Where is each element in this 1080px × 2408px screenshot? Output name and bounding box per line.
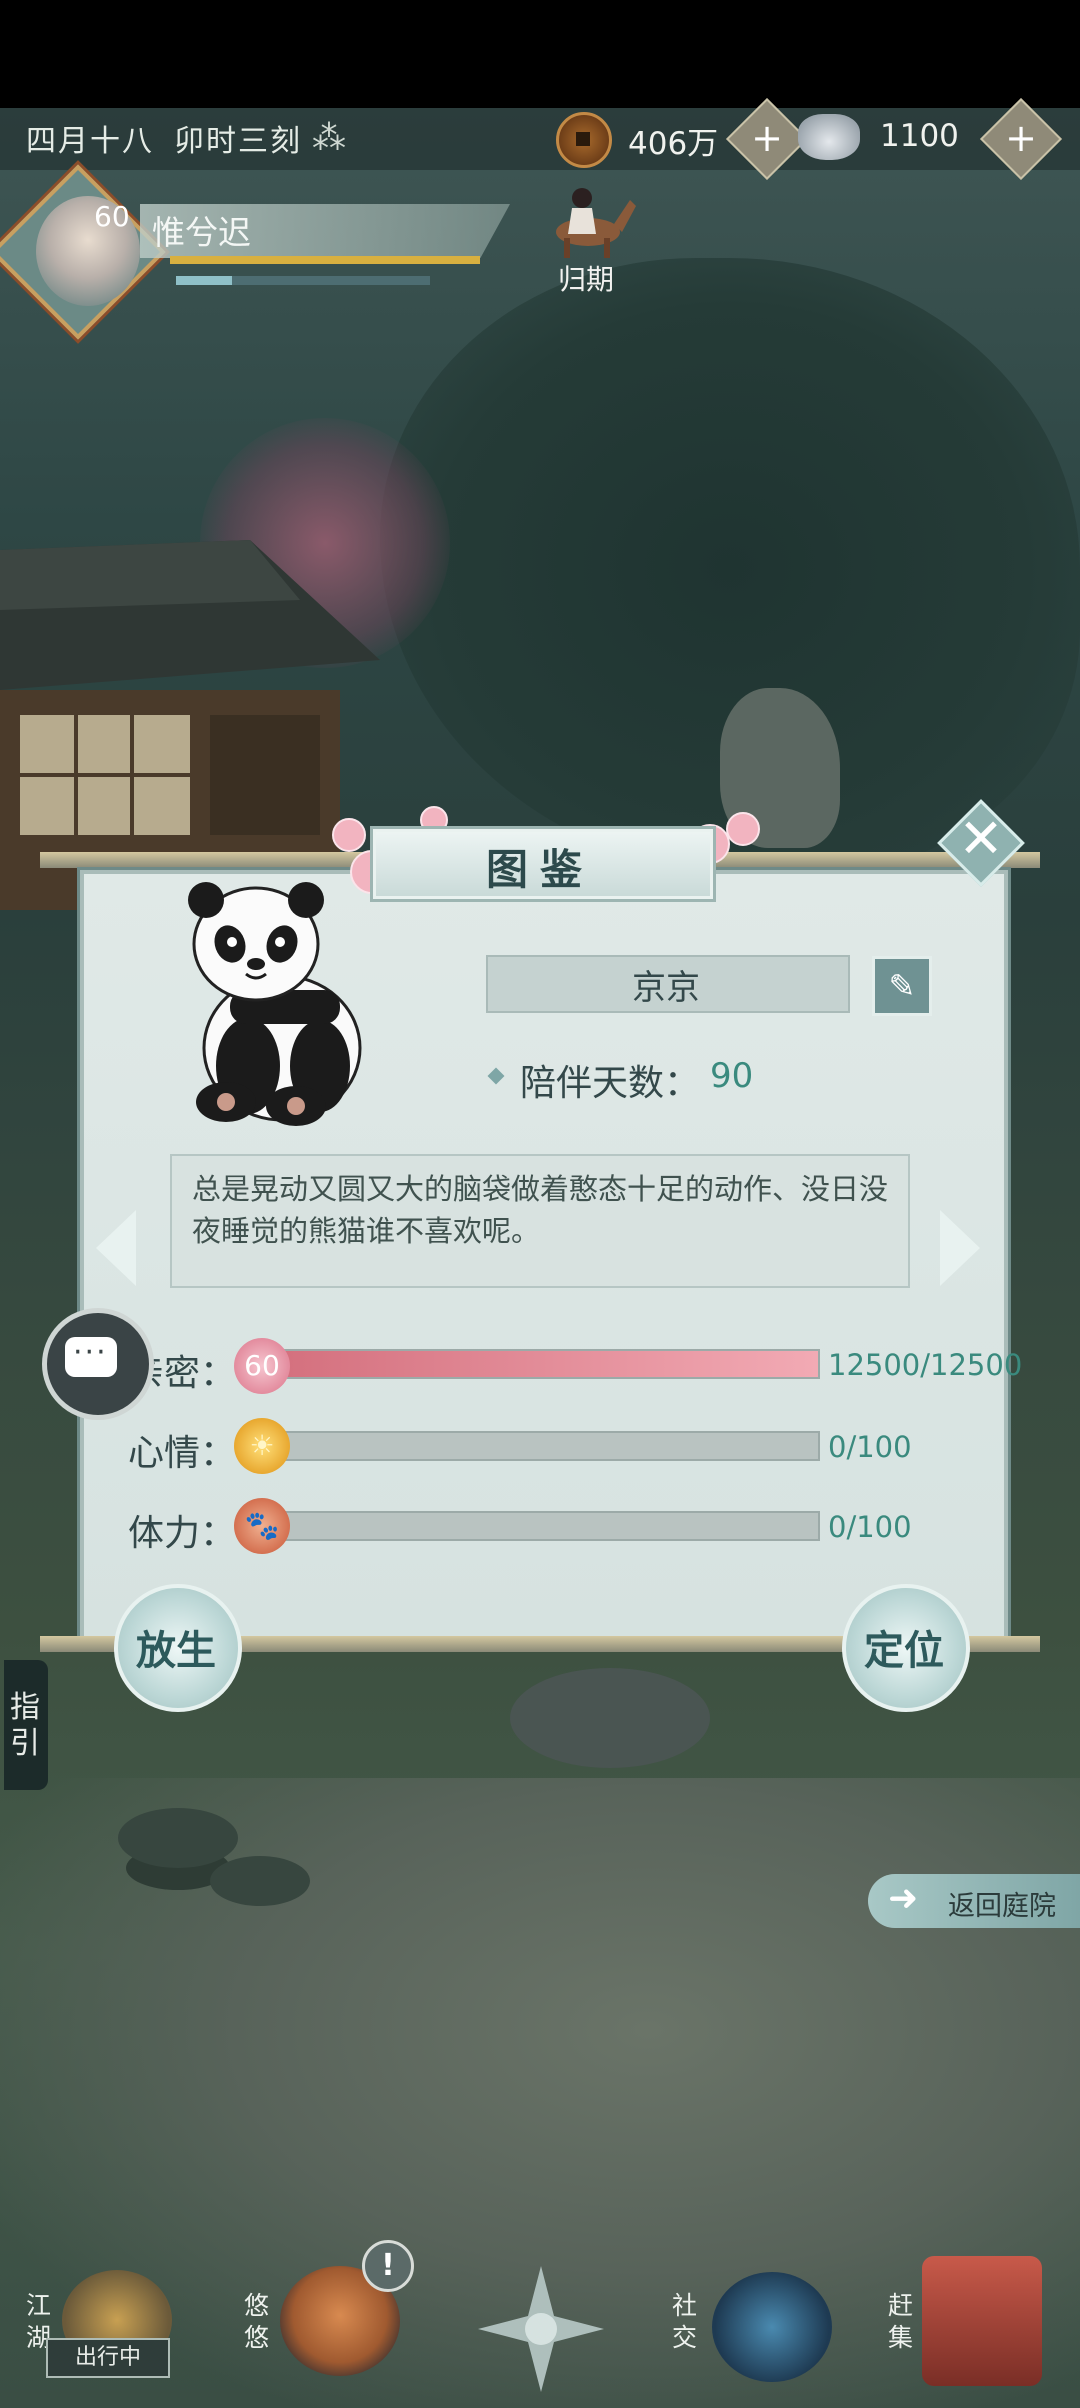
experience-bar [176, 276, 430, 285]
chat-dots-icon: ··· [73, 1335, 108, 1370]
locate-button-label: 定位 [864, 1627, 944, 1674]
social-icon[interactable] [712, 2272, 832, 2382]
panel-title: 图鉴 [485, 845, 594, 894]
garden-stone [510, 1668, 710, 1768]
blossom-icon [726, 812, 760, 846]
stat-stamina-value: 0/100 [828, 1510, 912, 1544]
stat-stamina-bar [278, 1511, 820, 1541]
name-underline [170, 256, 480, 264]
pencil-icon: ✎ [888, 967, 916, 1005]
nav-youyou-label: 悠悠 [244, 2291, 270, 2352]
nav-market-label: 赶集 [888, 2291, 914, 2352]
chat-button[interactable]: ··· [42, 1308, 154, 1420]
experience-fill [176, 276, 232, 285]
close-icon: ✕ [958, 807, 1004, 870]
nav-social-label: 社交 [672, 2291, 698, 2352]
stat-intimacy-bar [278, 1349, 820, 1379]
blossom-icon [332, 818, 366, 852]
player-level: 60 [94, 200, 130, 233]
silver-amount: 1100 [880, 118, 959, 154]
pet-name: 京京 [632, 968, 700, 1008]
guide-label: 指引 [10, 1690, 40, 1761]
previous-arrow-icon[interactable] [96, 1210, 136, 1286]
days-label: 陪伴天数： [520, 1063, 701, 1104]
stat-mood-label: 心情： [128, 1433, 237, 1474]
sun-icon: ☀ [234, 1418, 290, 1474]
market-basket-icon[interactable] [922, 2256, 1042, 2386]
stat-intimacy-fill [280, 1351, 818, 1377]
stone-stool [118, 1808, 238, 1868]
weather-icon: ⁂ [312, 118, 346, 158]
copper-coin-icon [556, 112, 612, 168]
return-arrow-icon: ➜ [888, 1878, 919, 1919]
return-courtyard-label: 返回庭院 [948, 1891, 1056, 1922]
copper-amount: 406万 [628, 126, 719, 162]
date-label: 四月十八 [26, 124, 154, 159]
companion-label: 归期 [558, 263, 615, 296]
flower-icon: 60 [234, 1338, 290, 1394]
release-button-label: 放生 [136, 1627, 216, 1674]
stat-intimacy-value: 12500/12500 [828, 1348, 1023, 1382]
edit-name-button[interactable]: ✎ [872, 956, 932, 1016]
game-date: 四月十八 卯时三刻 [26, 116, 322, 160]
stat-mood-value: 0/100 [828, 1430, 912, 1464]
time-label: 卯时三刻 [174, 124, 302, 159]
stone-table [210, 1856, 310, 1906]
compass-star-icon[interactable] [476, 2264, 606, 2394]
next-arrow-icon[interactable] [940, 1210, 980, 1286]
horse-rider-icon[interactable] [530, 180, 640, 260]
outgoing-badge: 出行中 [46, 2338, 170, 2378]
days-value: 90 [710, 1056, 754, 1096]
panda-pet-image [188, 882, 362, 1126]
status-bar [0, 0, 1080, 108]
stat-stamina-label: 体力： [128, 1513, 237, 1554]
player-name: 惟兮迟 [152, 213, 251, 252]
plus-icon: + [1005, 116, 1037, 160]
alert-badge: ! [362, 2240, 414, 2292]
pet-description: 总是晃动又圆又大的脑袋做着憨态十足的动作、没日没夜睡觉的熊猫谁不喜欢呢。 [192, 1172, 889, 1248]
plus-icon: + [751, 116, 783, 160]
silver-ingot-icon [798, 114, 860, 160]
paw-icon: 🐾 [234, 1498, 290, 1554]
stat-mood-bar [278, 1431, 820, 1461]
